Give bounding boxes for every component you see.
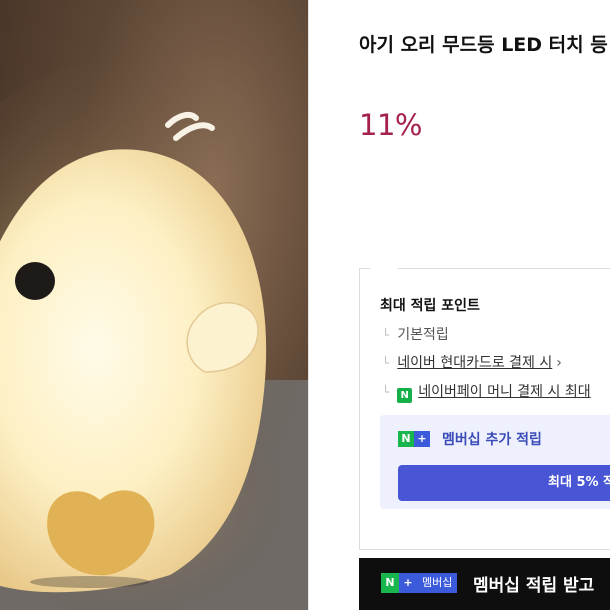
points-title: 최대 적립 포인트 [380,298,480,314]
point-row-label[interactable]: 네이버페이 머니 결제 시 최대 [418,384,590,400]
membership-max-button[interactable]: 최대 5% 적 [398,465,610,501]
point-row-hyundai-card[interactable]: └ 네이버 현대카드로 결제 시 › [382,352,562,372]
membership-box: N + 멤버십 추가 적립 최대 5% 적 [380,415,610,509]
duck-lamp-illustration [0,60,308,610]
points-panel: 최대 적립 포인트 └ 기본적립 └ 네이버 현대카드로 결제 시 › └ N 네이버페이… [359,268,610,550]
image-divider [308,0,309,610]
naver-n-icon: N [398,431,414,447]
chevron-right-icon: › [556,355,562,371]
branch-icon: └ [382,385,390,399]
naver-plus-logo: N + [398,431,430,447]
plus-icon: + [399,573,417,593]
point-row-npay-money[interactable]: └ N 네이버페이 머니 결제 시 최대 [382,381,591,403]
branch-icon: └ [382,328,390,342]
banner-text: 멤버십 적립 받고 [473,576,595,596]
point-row-label[interactable]: 네이버 현대카드로 결제 시 [397,355,552,371]
discount-rate: 11% [359,108,422,142]
branch-icon: └ [382,356,390,370]
plus-icon: + [414,431,430,447]
membership-logo-text: 멤버십 [417,573,458,593]
membership-banner[interactable]: N + 멤버십 멤버십 적립 받고 [359,558,610,610]
product-image[interactable] [0,0,308,610]
naver-plus-membership-logo: N + 멤버십 [381,573,458,593]
npay-icon: N [397,388,413,403]
point-row-label: 기본적립 [397,327,449,343]
point-row-basic: └ 기본적립 [382,324,449,344]
panel-notch [370,268,398,270]
membership-label: 멤버십 추가 적립 [442,432,542,448]
naver-n-icon: N [381,573,399,593]
product-title: 아기 오리 무드등 LED 터치 등 [359,34,608,56]
